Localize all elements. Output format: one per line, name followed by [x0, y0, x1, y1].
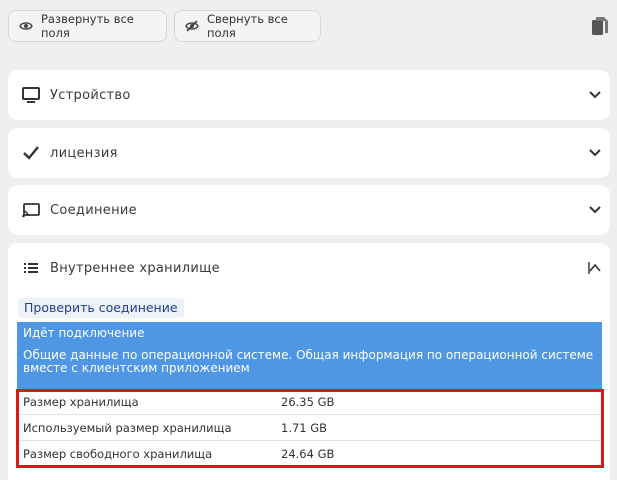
- check-connection-link[interactable]: Проверить соединение: [18, 298, 184, 318]
- connection-info-box: Идёт подключение Общие данные по операци…: [17, 322, 602, 389]
- eye-icon: [19, 19, 33, 33]
- chevron-down-icon[interactable]: [588, 202, 602, 216]
- eye-slash-icon: [185, 19, 199, 33]
- panel-storage-title: Внутреннее хранилище: [50, 260, 220, 276]
- chevron-up-icon[interactable]: [588, 260, 602, 274]
- table-row: Используемый размер хранилища 1.71 GB: [17, 415, 602, 441]
- panel-device-header[interactable]: Устройство: [8, 70, 610, 120]
- cast-icon: [22, 201, 40, 219]
- row-value: 24.64 GB: [281, 446, 335, 461]
- storage-table: Размер хранилища 26.35 GB Используемый р…: [17, 389, 602, 467]
- os-description: Общие данные по операционной системе. Об…: [23, 348, 594, 375]
- panel-device[interactable]: Устройство: [8, 70, 610, 120]
- panel-license[interactable]: лицензия: [8, 128, 610, 178]
- panel-connection-title: Соединение: [50, 202, 137, 218]
- row-label: Размер свободного хранилища: [23, 446, 213, 461]
- panel-storage-header[interactable]: Внутреннее хранилище: [8, 243, 610, 293]
- copy-icon[interactable]: [591, 16, 609, 38]
- row-value: 1.71 GB: [281, 420, 328, 435]
- toolbar: Развернуть все поля Свернуть все поля: [8, 10, 617, 44]
- storage-list-icon: [22, 259, 40, 277]
- panel-license-title: лицензия: [50, 145, 118, 161]
- row-label: Размер хранилища: [23, 394, 139, 409]
- row-label: Используемый размер хранилища: [23, 420, 232, 435]
- row-value: 26.35 GB: [281, 394, 335, 409]
- panel-license-header[interactable]: лицензия: [8, 128, 610, 178]
- checkmark-icon: [22, 144, 40, 162]
- expand-all-button[interactable]: Развернуть все поля: [8, 10, 167, 42]
- panel-device-title: Устройство: [50, 87, 131, 103]
- chevron-down-icon[interactable]: [588, 145, 602, 159]
- monitor-icon: [22, 86, 40, 104]
- chevron-down-icon[interactable]: [588, 87, 602, 101]
- table-row: Размер свободного хранилища 24.64 GB: [17, 441, 602, 467]
- collapse-all-label: Свернуть все поля: [207, 12, 288, 40]
- collapse-all-button[interactable]: Свернуть все поля: [174, 10, 321, 42]
- panel-connection-header[interactable]: Соединение: [8, 185, 610, 235]
- connection-status: Идёт подключение: [23, 326, 145, 340]
- panel-storage: Внутреннее хранилище Проверить соединени…: [8, 243, 610, 480]
- panel-connection[interactable]: Соединение: [8, 185, 610, 235]
- expand-all-label: Развернуть все поля: [41, 12, 134, 40]
- table-row: Размер хранилища 26.35 GB: [17, 389, 602, 415]
